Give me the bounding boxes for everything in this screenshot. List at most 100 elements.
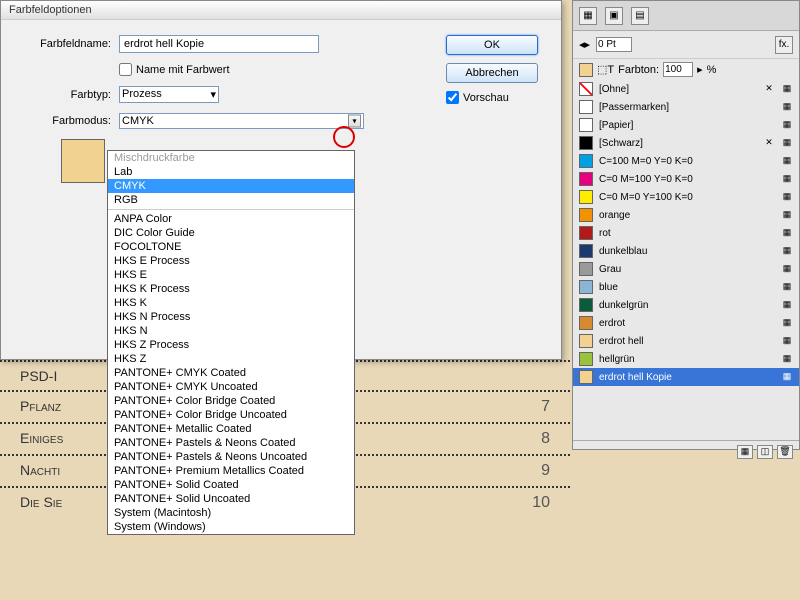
mode-option[interactable]: PANTONE+ Pastels & Neons Uncoated — [108, 450, 354, 464]
swatch-color-icon — [579, 100, 593, 114]
swatch-item[interactable]: Grau▦ — [573, 260, 799, 278]
toolbar-icon[interactable]: ▦ — [579, 7, 597, 25]
swatch-name: blue — [599, 282, 757, 293]
mode-option[interactable]: PANTONE+ Color Bridge Coated — [108, 394, 354, 408]
swatch-color-icon — [579, 244, 593, 258]
mode-option[interactable]: System (Windows) — [108, 520, 354, 534]
mode-option[interactable]: PANTONE+ Color Bridge Uncoated — [108, 408, 354, 422]
mode-option[interactable]: HKS Z Process — [108, 338, 354, 352]
mode-option[interactable]: HKS K Process — [108, 282, 354, 296]
swatch-color-icon — [579, 82, 593, 96]
swatch-name: erdrot hell Kopie — [599, 372, 757, 383]
swatch-item[interactable]: erdrot▦ — [573, 314, 799, 332]
cancel-button[interactable]: Abbrechen — [446, 63, 538, 83]
mode-option[interactable]: System (Macintosh) — [108, 506, 354, 520]
trash-icon[interactable]: 🗑 — [777, 445, 793, 459]
toolbar-icon[interactable]: ▣ — [605, 7, 623, 25]
swatch-item[interactable]: hellgrün▦ — [573, 350, 799, 368]
swatch-item[interactable]: dunkelblau▦ — [573, 242, 799, 260]
swatch-item[interactable]: [Ohne]✕▦ — [573, 80, 799, 98]
swatch-color-icon — [579, 370, 593, 384]
tint-arrow-icon[interactable]: ▸ — [697, 63, 703, 76]
preview-label: Vorschau — [463, 92, 509, 104]
swatch-name: [Schwarz] — [599, 138, 757, 149]
swatch-name: Grau — [599, 264, 757, 275]
mode-option[interactable]: HKS N — [108, 324, 354, 338]
swatch-item[interactable]: C=0 M=0 Y=100 K=0 ▦ — [573, 188, 799, 206]
mode-option[interactable]: HKS E — [108, 268, 354, 282]
swatch-item[interactable]: [Schwarz]✕▦ — [573, 134, 799, 152]
mode-option[interactable]: PANTONE+ CMYK Coated — [108, 366, 354, 380]
swatch-type-icon: ▦ — [781, 191, 793, 203]
tint-unit: % — [707, 64, 717, 76]
swatch-color-icon — [579, 262, 593, 276]
swatch-color-icon — [579, 352, 593, 366]
mode-option[interactable]: PANTONE+ Solid Uncoated — [108, 492, 354, 506]
swatch-type-icon: ▦ — [781, 245, 793, 257]
mode-option[interactable]: PANTONE+ Premium Metallics Coated — [108, 464, 354, 478]
ok-button[interactable]: OK — [446, 35, 538, 55]
swatch-name: hellgrün — [599, 354, 757, 365]
colortype-select[interactable]: Prozess ▾ — [119, 86, 219, 103]
text-icon[interactable]: ⬚T — [597, 63, 614, 76]
swatch-type-icon: ▦ — [781, 119, 793, 131]
mode-option[interactable]: RGB — [108, 193, 354, 207]
swatch-name: C=0 M=0 Y=100 K=0 — [599, 192, 757, 203]
mode-option[interactable]: CMYK — [108, 179, 354, 193]
mode-option[interactable]: FOCOLTONE — [108, 240, 354, 254]
swatch-item[interactable]: C=0 M=100 Y=0 K=0▦ — [573, 170, 799, 188]
swatch-item[interactable]: [Passermarken]▦ — [573, 98, 799, 116]
swatch-name: rot — [599, 228, 757, 239]
swatch-item[interactable]: [Papier] ▦ — [573, 116, 799, 134]
mode-option[interactable]: DIC Color Guide — [108, 226, 354, 240]
mode-option[interactable]: Lab — [108, 165, 354, 179]
dialog-title: Farbfeldoptionen — [1, 1, 561, 20]
colortype-label: Farbtyp: — [21, 89, 111, 101]
swatch-color-icon — [579, 172, 593, 186]
swatch-color-icon — [579, 136, 593, 150]
highlight-circle — [333, 126, 355, 148]
new-swatch-icon[interactable]: ▦ — [737, 445, 753, 459]
swatch-name: C=0 M=100 Y=0 K=0 — [599, 174, 757, 185]
swatch-color-icon — [579, 334, 593, 348]
mode-option[interactable]: HKS Z — [108, 352, 354, 366]
swatch-name: orange — [599, 210, 757, 221]
swatch-type-icon: ▦ — [781, 335, 793, 347]
swatch-name: [Passermarken] — [599, 102, 757, 113]
swatch-type-icon: ▦ — [781, 155, 793, 167]
tint-input[interactable] — [663, 62, 693, 77]
fx-icon[interactable]: fx. — [775, 36, 793, 54]
mode-option[interactable]: HKS E Process — [108, 254, 354, 268]
swatch-item[interactable]: orange▦ — [573, 206, 799, 224]
swatch-color-icon — [579, 298, 593, 312]
mode-option[interactable]: PANTONE+ Pastels & Neons Coated — [108, 436, 354, 450]
mode-option[interactable]: PANTONE+ Metallic Coated — [108, 422, 354, 436]
swatch-name-input[interactable] — [119, 35, 319, 53]
swatch-item[interactable]: rot▦ — [573, 224, 799, 242]
stroke-weight-input[interactable] — [596, 37, 632, 52]
color-mode-dropdown[interactable]: MischdruckfarbeLabCMYKRGBANPA ColorDIC C… — [107, 150, 355, 535]
mode-option[interactable]: HKS N Process — [108, 310, 354, 324]
swatches-panel: ▦ ▣ ▤ ◂▸ fx. ⬚T Farbton: ▸ % [Ohne]✕▦[Pa… — [572, 0, 800, 450]
mode-option[interactable]: PANTONE+ CMYK Uncoated — [108, 380, 354, 394]
arrow-icon[interactable]: ◂▸ — [579, 38, 590, 51]
dropdown-arrow-icon[interactable]: ▾ — [348, 115, 361, 128]
preview-checkbox[interactable] — [446, 91, 459, 104]
swatch-color-icon — [579, 316, 593, 330]
mode-option[interactable]: PANTONE+ Solid Coated — [108, 478, 354, 492]
toolbar-icon[interactable]: ▤ — [631, 7, 649, 25]
name-with-value-checkbox[interactable] — [119, 63, 132, 76]
name-with-value-label: Name mit Farbwert — [136, 64, 230, 76]
swatch-name: [Papier] — [599, 120, 757, 131]
swatch-item[interactable]: blue▦ — [573, 278, 799, 296]
swatch-item[interactable]: C=100 M=0 Y=0 K=0▦ — [573, 152, 799, 170]
swatch-item[interactable]: erdrot hell▦ — [573, 332, 799, 350]
name-label: Farbfeldname: — [21, 38, 111, 50]
swatch-item[interactable]: dunkelgrün▦ — [573, 296, 799, 314]
swatch-type-icon: ▦ — [781, 371, 793, 383]
new-icon[interactable]: ◫ — [757, 445, 773, 459]
mode-option[interactable]: ANPA Color — [108, 212, 354, 226]
mode-option[interactable]: HKS K — [108, 296, 354, 310]
color-mode-select[interactable]: CMYK ▾ — [119, 113, 364, 129]
swatch-item[interactable]: erdrot hell Kopie ▦ — [573, 368, 799, 386]
